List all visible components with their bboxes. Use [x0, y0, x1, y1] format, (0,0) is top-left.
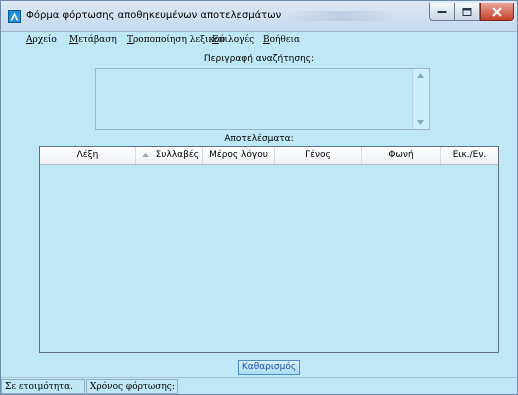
main-window: Φόρμα φόρτωσης αποθηκευμένων αποτελεσμάτ…	[0, 0, 518, 395]
menu-options[interactable]: Επιλογές	[212, 35, 254, 45]
status-ready: Σε ετοιμότητα.	[1, 379, 85, 394]
close-button[interactable]	[480, 3, 514, 21]
window-title: Φόρμα φόρτωσης αποθηκευμένων αποτελεσμάτ…	[26, 10, 282, 21]
column-header-image-evidence[interactable]: Εικ./Εν.	[441, 147, 498, 164]
description-scrollbar[interactable]	[412, 69, 429, 129]
clear-button[interactable]: Καθαρισμός	[238, 360, 300, 375]
scroll-up-icon[interactable]	[417, 73, 424, 78]
results-table[interactable]: Λέξη Συλλαβές Μέρος λόγου Γένος Φωνή Εικ…	[39, 146, 499, 353]
search-description-label: Περιγραφή αναζήτησης:	[203, 54, 315, 64]
minimize-icon	[437, 10, 447, 13]
column-header-syllables[interactable]: Συλλαβές	[136, 147, 203, 164]
menu-dictionary-edit[interactable]: Τροποποίηση λεξικού	[127, 35, 225, 45]
column-header-part-of-speech[interactable]: Μέρος λόγου	[203, 147, 275, 164]
results-label: Αποτελέσματα:	[224, 134, 294, 144]
scroll-down-icon[interactable]	[417, 120, 424, 125]
title-blur-region	[286, 11, 396, 21]
minimize-button[interactable]	[429, 3, 455, 21]
maximize-icon	[462, 7, 472, 16]
menu-file[interactable]: Αρχείο	[26, 35, 57, 45]
menu-bar: Αρχείο Μετάβαση Τροποποίηση λεξικού Επιλ…	[1, 32, 517, 50]
menu-navigation[interactable]: Μετάβαση	[69, 35, 117, 45]
results-body	[40, 165, 498, 352]
maximize-button[interactable]	[455, 3, 480, 21]
close-icon	[492, 7, 502, 16]
title-bar[interactable]: Φόρμα φόρτωσης αποθηκευμένων αποτελεσμάτ…	[1, 1, 517, 32]
column-header-voice[interactable]: Φωνή	[362, 147, 441, 164]
status-load-time: Χρόνος φόρτωσης:	[86, 379, 178, 394]
sort-ascending-icon	[142, 153, 149, 157]
column-header-gender[interactable]: Γένος	[275, 147, 362, 164]
status-bar: Σε ετοιμότητα. Χρόνος φόρτωσης:	[1, 377, 517, 394]
results-header: Λέξη Συλλαβές Μέρος λόγου Γένος Φωνή Εικ…	[40, 147, 498, 165]
app-icon	[8, 10, 21, 23]
search-description-textarea[interactable]	[95, 68, 430, 130]
column-header-word[interactable]: Λέξη	[40, 147, 136, 164]
column-label-syllables: Συλλαβές	[155, 150, 199, 160]
menu-help[interactable]: Βοήθεια	[263, 35, 300, 45]
